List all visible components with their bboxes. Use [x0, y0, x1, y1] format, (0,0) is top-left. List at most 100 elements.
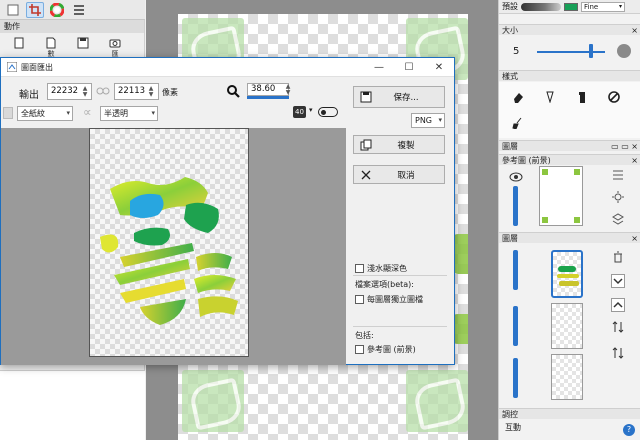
size-section-title: 大小 ×: [499, 24, 640, 35]
export-preview-area[interactable]: [1, 128, 346, 365]
close-icon: [354, 169, 378, 181]
chevron-down-icon: ▾: [438, 116, 442, 124]
close-icon[interactable]: ×: [631, 155, 638, 165]
calligraphy-mark: [406, 370, 468, 432]
new-page-button[interactable]: [6, 37, 32, 59]
dpi-badge[interactable]: 40: [293, 106, 306, 118]
checkbox[interactable]: [355, 295, 364, 304]
eraser-icon[interactable]: [511, 90, 525, 104]
size-slider[interactable]: [537, 51, 605, 53]
color-wheel-icon[interactable]: [48, 2, 66, 18]
app-icon: [7, 62, 17, 72]
trash-icon[interactable]: [611, 250, 625, 264]
export-preview-page: [89, 128, 249, 357]
height-stepper[interactable]: ▲ ▼: [146, 84, 156, 99]
save-icon: [354, 91, 378, 103]
format-select[interactable]: PNG ▾: [411, 113, 445, 128]
size-slider-thumb[interactable]: [589, 44, 594, 58]
export-button[interactable]: 匯: [102, 37, 128, 59]
layer-thumbnail-active[interactable]: [551, 250, 583, 298]
paper-toggle-icon[interactable]: [3, 107, 13, 119]
copy-button[interactable]: 複製: [353, 135, 445, 154]
minimize-button[interactable]: —: [364, 58, 394, 77]
close-icon[interactable]: ×: [631, 233, 638, 243]
chevron-down-icon: ▾: [618, 2, 622, 10]
chevron-down-icon: ▾: [151, 109, 155, 117]
brightness-icon[interactable]: [611, 190, 625, 204]
close-icon[interactable]: ×: [631, 25, 638, 35]
unit-label: 像素: [162, 88, 178, 97]
reference-thumbnail[interactable]: [539, 166, 583, 226]
cancel-button[interactable]: 取消: [353, 165, 445, 184]
divider: [353, 326, 447, 327]
layers-section-title: 圖層 ×: [499, 232, 640, 243]
document-icon: [46, 37, 56, 49]
file-options-label: 檔案選項(beta):: [355, 280, 414, 289]
window-controls[interactable]: ▭ ▭ ×: [611, 141, 638, 151]
style-tools: [499, 82, 640, 138]
divider: [353, 275, 447, 276]
brush-preset-bar: 預設 Fine ▾: [499, 0, 640, 14]
reference-option[interactable]: 參考圖 (前景): [355, 344, 416, 355]
left-panel-lower: [0, 370, 145, 440]
crop-icon[interactable]: [26, 1, 44, 18]
width-stepper[interactable]: ▲ ▼: [80, 84, 90, 99]
link-icon[interactable]: [96, 86, 110, 99]
maximize-button[interactable]: ☐: [394, 58, 424, 77]
export-dialog: 圖面匯出 — ☐ ✕ 輸出 22232 ▲ ▼ 22113 ▲ ▼ 像素 38.60…: [0, 57, 455, 365]
chevron-down-icon[interactable]: ▾: [309, 106, 313, 114]
brush-color-swatch[interactable]: [564, 2, 578, 11]
opacity-slider[interactable]: [513, 186, 518, 226]
transparency-select[interactable]: 半透明 ▾: [100, 106, 158, 121]
close-button[interactable]: ✕: [424, 58, 454, 77]
checkbox[interactable]: [355, 264, 364, 273]
transparency-icon[interactable]: ∝: [83, 106, 92, 118]
save-button[interactable]: 保存...: [353, 86, 445, 108]
size-preview-dot: [617, 44, 631, 58]
adjust-section-title: 調控: [499, 408, 640, 419]
actions-section-title: 動作: [0, 20, 144, 33]
dialog-titlebar[interactable]: 圖面匯出 — ☐ ✕: [1, 58, 454, 77]
paper-section-title: 圖層 ▭ ▭ ×: [499, 140, 640, 151]
pen-nib-icon[interactable]: [543, 90, 557, 104]
broom-icon[interactable]: [511, 116, 525, 130]
watermark-option[interactable]: 淺水顯深色: [355, 263, 407, 274]
menu-icon[interactable]: [70, 2, 88, 18]
layer-thumbnail[interactable]: [551, 303, 583, 349]
layers-stack-icon[interactable]: [611, 212, 625, 226]
document-button[interactable]: 數: [38, 37, 64, 59]
swap-icon[interactable]: [611, 346, 625, 360]
spray-bottle-icon[interactable]: [575, 90, 589, 104]
brush-stroke-preview[interactable]: [521, 2, 561, 11]
interact-label: 互動: [505, 423, 521, 432]
no-sign-icon[interactable]: [607, 90, 621, 104]
zoom-stepper[interactable]: ▲ ▼: [283, 83, 293, 96]
layers-icon[interactable]: [4, 2, 22, 18]
toggle-switch[interactable]: [318, 107, 338, 117]
right-panel: 預設 Fine ▾ 大小 × 5 樣式 圖層 ▭ ▭ × 參考圖 (前景) ×: [498, 0, 640, 440]
move-up-icon[interactable]: [611, 298, 625, 312]
brush-mode-select[interactable]: Fine ▾: [581, 1, 625, 12]
help-icon[interactable]: ?: [623, 424, 635, 436]
save-button-left[interactable]: [70, 37, 96, 59]
swap-icon[interactable]: [611, 320, 625, 334]
new-page-icon: [14, 37, 24, 49]
move-down-icon[interactable]: [611, 274, 625, 288]
zoom-progress[interactable]: [247, 96, 289, 99]
checkbox[interactable]: [355, 345, 364, 354]
layer-opacity-slider[interactable]: [513, 306, 518, 346]
calligraphy-mark: [182, 370, 244, 432]
separate-layers-option[interactable]: 每圖層獨立圖檔: [355, 294, 423, 305]
size-value: 5: [513, 46, 520, 57]
layer-thumbnail[interactable]: [551, 354, 583, 400]
save-icon: [77, 37, 89, 49]
eye-icon[interactable]: [509, 170, 523, 184]
layer-opacity-slider[interactable]: [513, 358, 518, 398]
chevron-down-icon: ▾: [66, 109, 70, 117]
layer-opacity-slider[interactable]: [513, 250, 518, 290]
paper-select[interactable]: 全紙紋 ▾: [17, 106, 73, 121]
copy-icon: [354, 139, 378, 151]
include-label: 包括:: [355, 331, 374, 340]
list-icon[interactable]: [611, 168, 625, 182]
calligraphy-artwork: [100, 177, 238, 325]
